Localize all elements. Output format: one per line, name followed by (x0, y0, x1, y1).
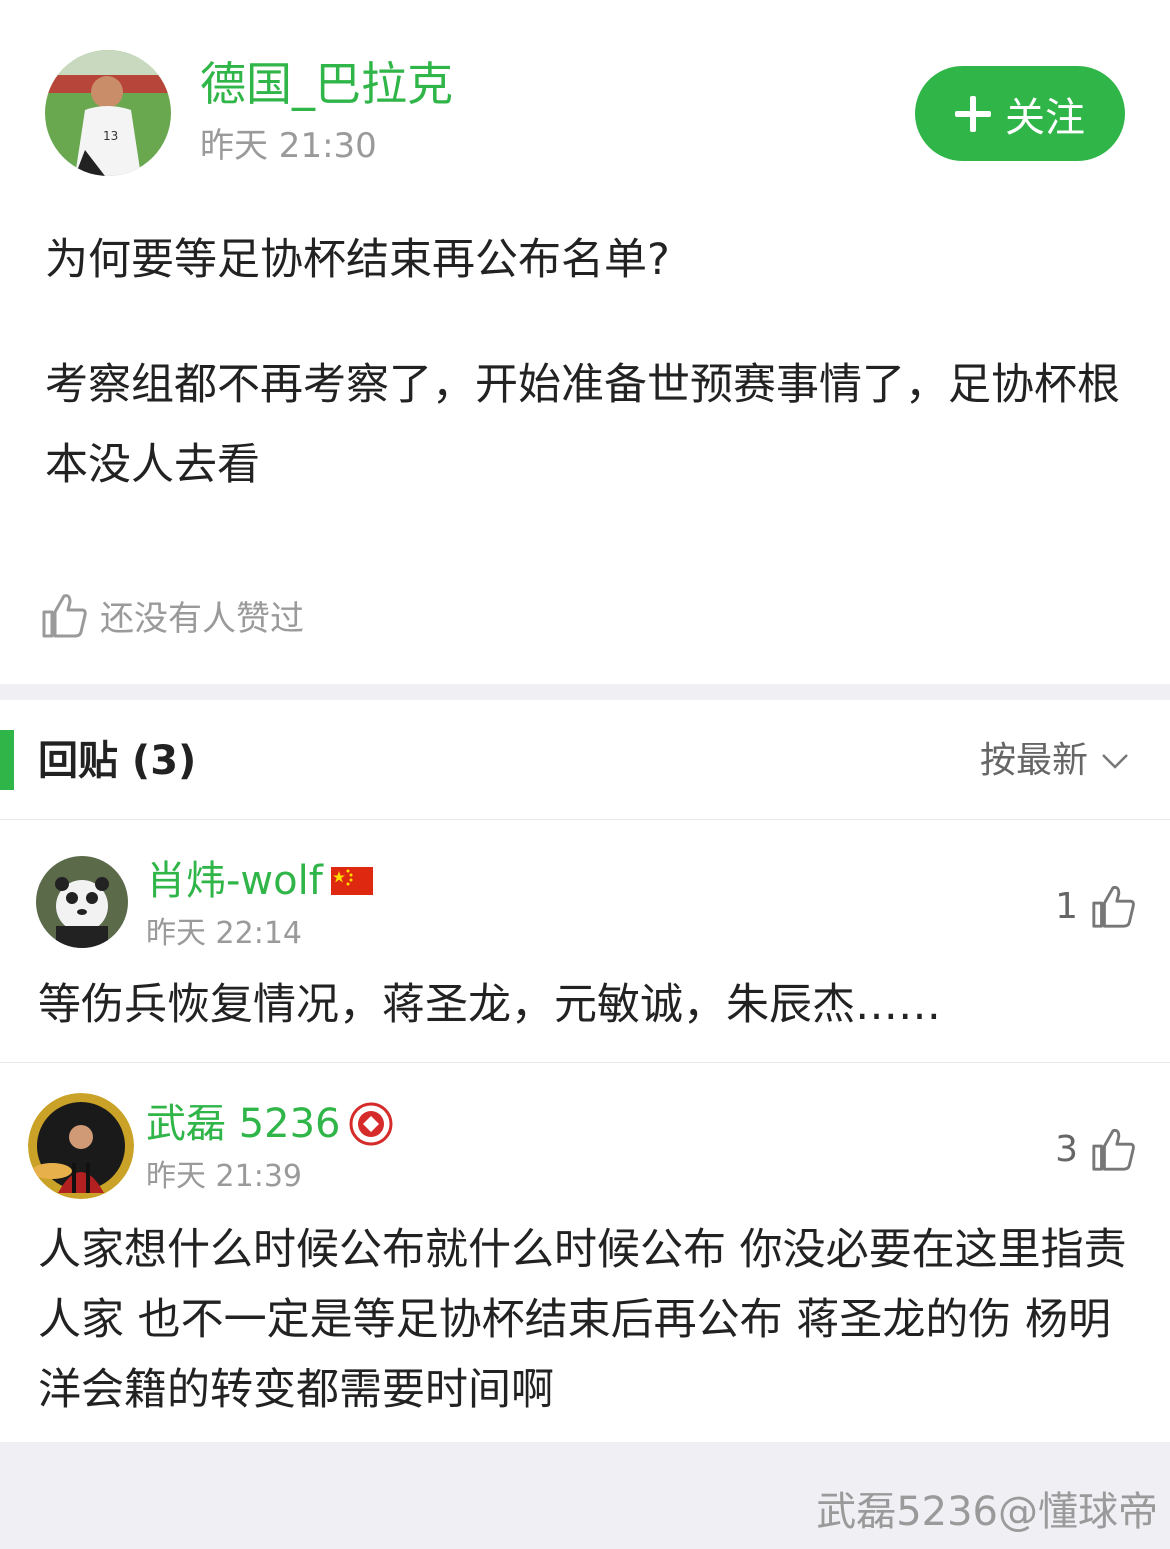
post-card: 13 德国_巴拉克 昨天 21:30 关注 为何要等足协杯结束再公布名单? 考察… (0, 0, 1170, 684)
sort-dropdown[interactable]: 按最新 (980, 738, 1130, 784)
reply-like-count: 3 (1055, 1128, 1078, 1170)
reply-item: 武磊 5236 昨天 21:39 3 人家想什么时候公布就什么时候公布 你没必要… (0, 1063, 1170, 1442)
replies-header: 回贴 (3) 按最新 (0, 700, 1170, 820)
section-accent-bar (0, 730, 14, 790)
thumbs-up-icon (42, 594, 87, 638)
reply-item: 肖炜-wolf 昨天 22:14 1 等伤兵恢复情况，蒋圣龙，元敏诚，朱辰杰…… (0, 820, 1170, 1062)
reply-content: 等伤兵恢复情况，蒋圣龙，元敏诚，朱辰杰…… (38, 980, 941, 1030)
follow-label: 关注 (1005, 94, 1085, 141)
likes-status: 还没有人赞过 (100, 598, 304, 639)
replies-section: 回贴 (3) 按最新 肖炜-wolf 昨天 22:14 1 等伤兵恢复情况，蒋圣… (0, 700, 1170, 1442)
watermark: 武磊5236@懂球帝 (816, 1489, 1158, 1535)
sort-label: 按最新 (979, 740, 1088, 781)
reply-author-name: 肖炜-wolf (146, 858, 323, 904)
reply-author[interactable]: 武磊 5236 (146, 1099, 393, 1149)
china-flag-icon (330, 867, 373, 895)
reply-timestamp: 昨天 22:14 (146, 916, 302, 951)
reply-avatar[interactable] (36, 856, 128, 948)
plus-icon (955, 95, 991, 132)
chevron-down-icon (1102, 754, 1128, 769)
reply-like-button[interactable]: 3 (1055, 1125, 1138, 1173)
post-like-row[interactable]: 还没有人赞过 (40, 590, 304, 640)
thumbs-up-icon (1092, 1128, 1135, 1171)
replies-title: 回贴 (3) (38, 738, 197, 784)
post-title: 为何要等足协杯结束再公布名单? (45, 235, 670, 285)
reply-avatar[interactable] (28, 1093, 134, 1199)
post-timestamp: 昨天 21:30 (200, 126, 377, 166)
club-crest-icon (349, 1102, 393, 1146)
post-body: 考察组都不再考察了，开始准备世预赛事情了，足协杯根本没人去看 (45, 360, 1120, 490)
svg-text:13: 13 (103, 129, 118, 143)
follow-button[interactable]: 关注 (915, 66, 1125, 161)
author-avatar[interactable]: 13 (45, 50, 171, 176)
reply-like-button[interactable]: 1 (1055, 882, 1138, 930)
reply-author[interactable]: 肖炜-wolf (146, 856, 373, 906)
reply-content: 人家想什么时候公布就什么时候公布 你没必要在这里指责人家 也不一定是等足协杯结束… (38, 1225, 1127, 1415)
reply-like-count: 1 (1055, 885, 1078, 927)
thumbs-up-icon (1092, 885, 1135, 928)
reply-timestamp: 昨天 21:39 (146, 1159, 302, 1194)
reply-author-name: 武磊 5236 (146, 1101, 341, 1147)
author-name[interactable]: 德国_巴拉克 (200, 56, 453, 112)
